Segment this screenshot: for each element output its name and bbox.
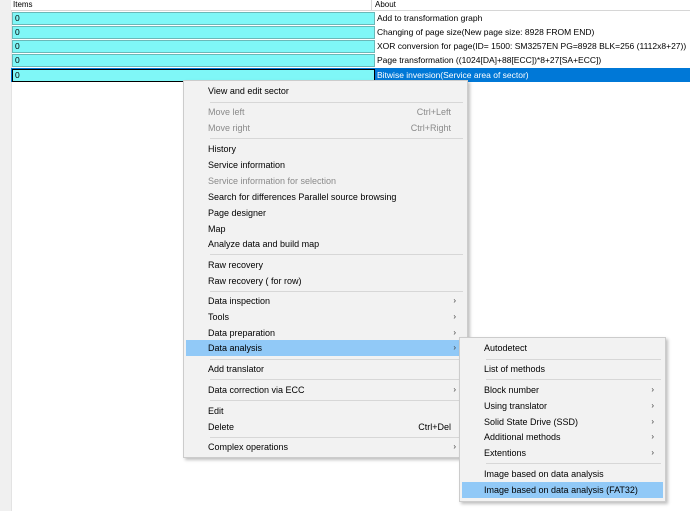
about-cell: Page transformation ((1024[DA]+88[ECC])*… <box>377 55 602 65</box>
menu-item-data-inspection[interactable]: Data inspection › <box>186 293 465 309</box>
menu-separator <box>210 254 463 255</box>
menu-separator <box>486 359 661 360</box>
chevron-right-icon: › <box>651 401 654 410</box>
menu-separator <box>210 102 463 103</box>
table-row[interactable]: 0 Changing of page size(New page size: 8… <box>11 25 690 39</box>
menu-item-delete[interactable]: Delete Ctrl+Del <box>186 419 465 435</box>
menu-separator <box>486 463 661 464</box>
column-header-about[interactable]: About <box>373 0 690 10</box>
items-value-cell[interactable]: 0 <box>12 26 375 39</box>
menu-item-data-analysis[interactable]: Data analysis › <box>186 340 465 356</box>
menu-item-page-designer[interactable]: Page designer <box>186 205 465 221</box>
items-value-cell[interactable]: 0 <box>12 54 375 67</box>
chevron-right-icon: › <box>453 442 456 451</box>
chevron-right-icon: › <box>651 385 654 394</box>
submenu-item-block-number[interactable]: Block number › <box>462 382 663 398</box>
submenu-item-list-of-methods[interactable]: List of methods <box>462 361 663 377</box>
menu-item-map[interactable]: Map <box>186 221 465 237</box>
menu-item-analyze-build-map[interactable]: Analyze data and build map <box>186 236 465 252</box>
submenu-item-autodetect[interactable]: Autodetect <box>462 340 663 356</box>
menu-item-history[interactable]: History <box>186 141 465 157</box>
menu-item-complex-operations[interactable]: Complex operations › <box>186 439 465 455</box>
menu-separator <box>210 379 463 380</box>
submenu-item-image-data-analysis-fat32[interactable]: Image based on data analysis (FAT32) <box>462 482 663 498</box>
menu-separator <box>210 400 463 401</box>
chevron-right-icon: › <box>453 296 456 305</box>
items-value-cell[interactable]: 0 <box>12 40 375 53</box>
menu-item-data-correction-ecc[interactable]: Data correction via ECC › <box>186 382 465 398</box>
menu-item-service-info-selection[interactable]: Service information for selection <box>186 173 465 189</box>
menu-item-raw-recovery-row[interactable]: Raw recovery ( for row) <box>186 273 465 289</box>
menu-item-add-translator[interactable]: Add translator <box>186 361 465 377</box>
chevron-right-icon: › <box>651 432 654 441</box>
shortcut-label: Ctrl+Right <box>410 123 451 133</box>
table-header: Items About <box>11 0 690 11</box>
context-menu: View and edit sector Move left Ctrl+Left … <box>183 80 468 458</box>
table-row[interactable]: 0 Page transformation ((1024[DA]+88[ECC]… <box>11 53 690 67</box>
menu-item-service-information[interactable]: Service information <box>186 157 465 173</box>
submenu-item-additional-methods[interactable]: Additional methods › <box>462 429 663 445</box>
shortcut-label: Ctrl+Left <box>416 107 451 117</box>
shortcut-label: Ctrl+Del <box>418 422 451 432</box>
menu-item-tools[interactable]: Tools › <box>186 309 465 325</box>
menu-item-move-left[interactable]: Move left Ctrl+Left <box>186 104 465 120</box>
menu-separator <box>210 359 463 360</box>
menu-item-view-edit-sector[interactable]: View and edit sector <box>186 83 465 99</box>
chevron-right-icon: › <box>453 328 456 337</box>
menu-separator <box>486 379 661 380</box>
menu-item-edit[interactable]: Edit <box>186 403 465 419</box>
about-cell: XOR conversion for page(ID= 1500: SM3257… <box>377 41 687 51</box>
menu-separator <box>210 437 463 438</box>
menu-item-raw-recovery[interactable]: Raw recovery <box>186 257 465 273</box>
chevron-right-icon: › <box>651 448 654 457</box>
menu-separator <box>210 291 463 292</box>
chevron-right-icon: › <box>453 312 456 321</box>
chevron-right-icon: › <box>453 385 456 394</box>
about-cell: Changing of page size(New page size: 892… <box>377 27 595 37</box>
menu-separator <box>210 138 463 139</box>
chevron-right-icon: › <box>651 417 654 426</box>
submenu-item-extentions[interactable]: Extentions › <box>462 445 663 461</box>
column-header-items[interactable]: Items <box>11 0 372 10</box>
menu-item-data-preparation[interactable]: Data preparation › <box>186 325 465 341</box>
submenu-item-image-data-analysis[interactable]: Image based on data analysis <box>462 466 663 482</box>
submenu-item-ssd[interactable]: Solid State Drive (SSD) › <box>462 414 663 430</box>
menu-item-move-right[interactable]: Move right Ctrl+Right <box>186 120 465 136</box>
menu-item-search-differences[interactable]: Search for differences Parallel source b… <box>186 189 465 205</box>
items-value-cell[interactable]: 0 <box>12 12 375 25</box>
table-row[interactable]: 0 Add to transformation graph <box>11 11 690 25</box>
table-row[interactable]: 0 XOR conversion for page(ID= 1500: SM32… <box>11 39 690 53</box>
data-analysis-submenu: Autodetect List of methods Block number ›… <box>459 337 666 502</box>
about-cell: Add to transformation graph <box>377 13 483 23</box>
submenu-item-using-translator[interactable]: Using translator › <box>462 398 663 414</box>
chevron-right-icon: › <box>453 343 456 352</box>
